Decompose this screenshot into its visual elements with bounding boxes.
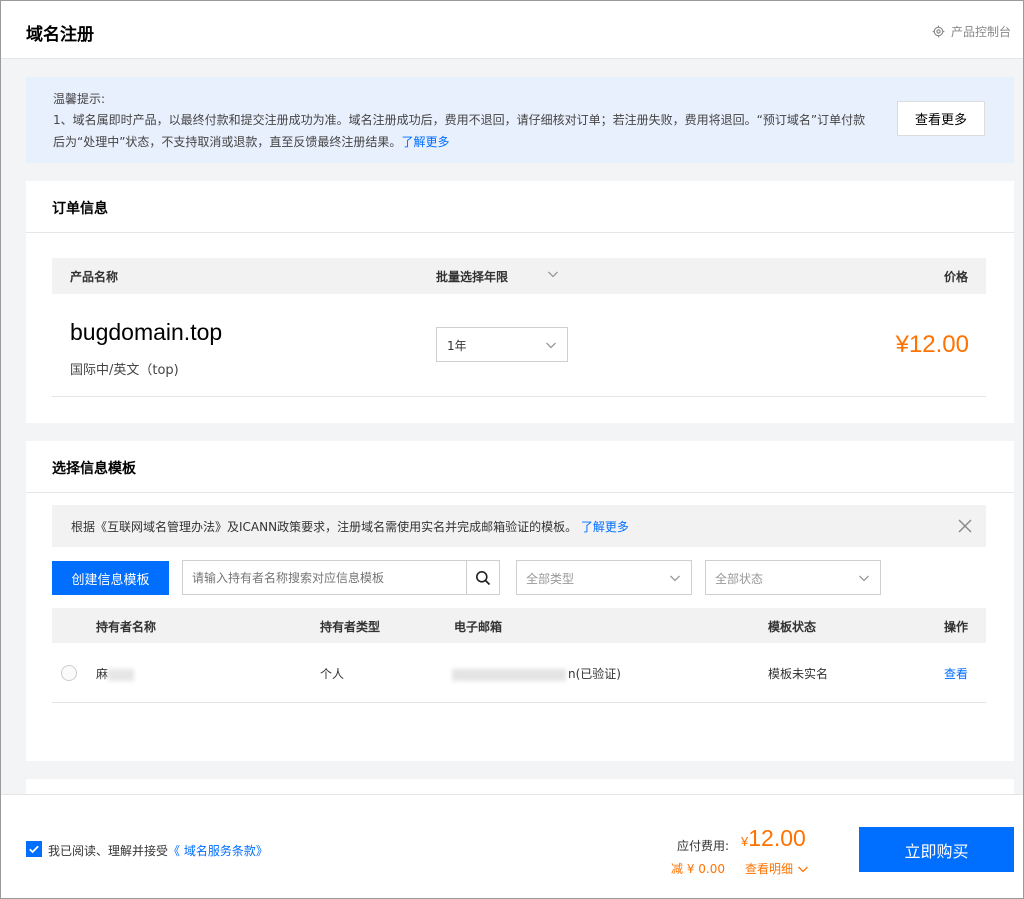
redacted-block [452, 668, 566, 681]
status-filter-select[interactable]: 全部状态 [705, 560, 881, 595]
order-info-card: 订单信息 产品名称 批量选择年限 价格 bugdomain.top 国际中/英文… [26, 181, 1014, 423]
redacted-block [108, 668, 135, 681]
policy-notice: 根据《互联网域名管理办法》及ICANN政策要求，注册域名需使用实名并完成邮箱验证… [52, 505, 986, 547]
holder-search-input[interactable] [183, 561, 468, 594]
col-price: 价格 [943, 270, 968, 284]
template-title: 选择信息模板 [26, 441, 1014, 493]
chevron-down-icon [859, 575, 869, 582]
type-filter-select[interactable]: 全部类型 [516, 560, 692, 595]
fee-label: 应付费用: [677, 839, 730, 853]
discount-amount: 减 ¥ 0.00 [671, 862, 725, 876]
view-detail-label: 查看明细 [745, 862, 794, 876]
divider [52, 396, 986, 397]
view-more-button[interactable]: 查看更多 [897, 101, 985, 136]
notice-title: 温馨提示: [53, 92, 106, 106]
top-bar: 域名注册 产品控制台 [1, 1, 1023, 59]
footer-bar: 我已阅读、理解并接受《 域名服务条款》 应付费用: ¥12.00 减 ¥ 0.0… [1, 794, 1023, 898]
order-info-title: 订单信息 [26, 181, 1014, 233]
template-card: 选择信息模板 根据《互联网域名管理办法》及ICANN政策要求，注册域名需使用实名… [26, 441, 1014, 761]
col-batch-period[interactable]: 批量选择年限 [436, 268, 508, 285]
search-box [182, 560, 500, 595]
chevron-down-icon [670, 575, 680, 582]
holder-name-cell: 麻 [96, 665, 135, 682]
notice-body: 1、域名属即时产品，以最终付款和提交注册成功为准。域名注册成功后，费用不退回，请… [53, 113, 866, 149]
template-table-header: 持有者名称 持有者类型 电子邮箱 模板状态 操作 [52, 608, 986, 643]
notice-learn-more-link[interactable]: 了解更多 [401, 135, 449, 149]
agreement-text: 我已阅读、理解并接受《 域名服务条款》 [48, 842, 268, 859]
product-domain-name: bugdomain.top [70, 319, 223, 345]
chevron-down-icon [798, 866, 808, 872]
email-suffix: n(已验证) [568, 667, 621, 681]
period-select-value: 1年 [447, 339, 467, 353]
order-table-header: 产品名称 批量选择年限 价格 [52, 258, 986, 294]
page-title: 域名注册 [26, 25, 94, 45]
terms-link[interactable]: 《 域名服务条款》 [168, 844, 268, 858]
gear-icon [932, 25, 945, 38]
product-price: ¥12.00 [895, 331, 969, 358]
holder-type: 个人 [320, 667, 345, 681]
holder-name: 麻 [96, 667, 109, 681]
console-link-label: 产品控制台 [950, 25, 1011, 39]
check-icon [29, 845, 39, 854]
fee-value: 12.00 [748, 825, 806, 851]
col-product-name: 产品名称 [70, 270, 119, 284]
fee-amount: ¥12.00 [741, 825, 806, 852]
col-email: 电子邮箱 [454, 620, 503, 634]
period-select[interactable]: 1年 [436, 327, 568, 362]
template-radio[interactable] [61, 665, 77, 681]
product-subtitle: 国际中/英文（top) [70, 363, 179, 378]
view-template-link[interactable]: 查看 [944, 665, 968, 682]
chevron-down-icon [546, 342, 556, 349]
agree-checkbox[interactable] [26, 841, 42, 857]
col-action: 操作 [943, 620, 968, 634]
agreement-label: 我已阅读、理解并接受 [48, 844, 169, 858]
col-template-status: 模板状态 [768, 620, 817, 634]
search-button[interactable] [466, 561, 499, 594]
policy-learn-more-link[interactable]: 了解更多 [581, 520, 629, 534]
chevron-down-icon[interactable] [547, 268, 559, 280]
notice-text: 1、域名属即时产品，以最终付款和提交注册成功为准。域名注册成功后，费用不退回，请… [53, 109, 873, 153]
email-cell: n(已验证) [452, 665, 621, 682]
close-icon[interactable] [958, 519, 972, 533]
page-frame: 域名注册 产品控制台 温馨提示: 1、域名属即时产品，以最终付款和提交注册成功为… [0, 0, 1024, 899]
notice-banner: 温馨提示: 1、域名属即时产品，以最终付款和提交注册成功为准。域名注册成功后，费… [26, 77, 1014, 163]
col-holder-type: 持有者类型 [320, 620, 381, 634]
policy-text: 根据《互联网域名管理办法》及ICANN政策要求，注册域名需使用实名并完成邮箱验证… [71, 520, 578, 534]
view-detail-link[interactable]: 查看明细 [745, 860, 809, 877]
template-status: 模板未实名 [768, 667, 829, 681]
buy-now-button[interactable]: 立即购买 [859, 827, 1014, 872]
search-icon [476, 570, 491, 585]
table-row: 麻 个人 n(已验证) 模板未实名 查看 [52, 643, 986, 703]
status-filter-value: 全部状态 [715, 572, 764, 586]
col-holder-name: 持有者名称 [96, 620, 157, 634]
console-link[interactable]: 产品控制台 [932, 23, 1011, 40]
create-template-button[interactable]: 创建信息模板 [52, 561, 169, 595]
type-filter-value: 全部类型 [526, 572, 575, 586]
